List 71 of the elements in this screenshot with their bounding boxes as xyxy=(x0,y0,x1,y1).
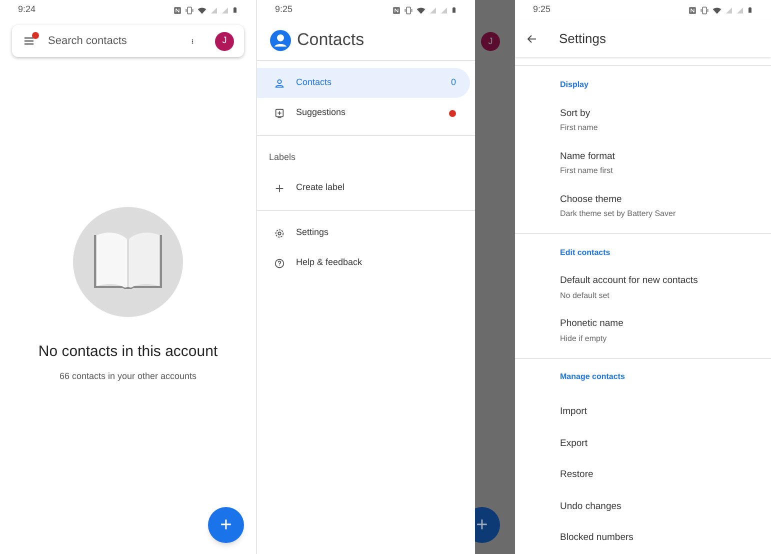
vibrate-icon xyxy=(700,6,709,14)
status-time: 9:25 xyxy=(275,3,293,16)
preference-row[interactable]: Export xyxy=(515,428,771,460)
preference-row[interactable]: Import xyxy=(515,396,771,428)
menu-icon[interactable] xyxy=(22,35,36,47)
preference-title: Default account for new contacts xyxy=(560,274,699,288)
section-label: Labels xyxy=(268,151,297,164)
avatar[interactable]: J xyxy=(215,32,234,50)
drawer-item[interactable]: Suggestions xyxy=(257,98,470,128)
wifi-icon xyxy=(197,6,207,14)
drawer-item[interactable]: Settings xyxy=(257,218,470,248)
drawer-item-label: Suggestions xyxy=(296,106,347,120)
preference-title: Export xyxy=(560,436,588,451)
preference-row[interactable]: Default account for new contacts No default set xyxy=(515,272,771,315)
preference-row[interactable]: Choose theme Dark theme set by Battery Saver xyxy=(515,190,771,233)
preference-summary: First name first xyxy=(560,164,614,177)
wifi-icon xyxy=(416,6,426,14)
add-box-icon xyxy=(274,108,285,118)
gear-icon xyxy=(274,228,285,238)
preference-row[interactable]: Undo changes xyxy=(515,490,771,522)
person-icon xyxy=(270,30,291,50)
preference-row[interactable]: Phonetic name Hide if empty xyxy=(515,314,771,358)
drawer-item-label: Settings xyxy=(296,226,330,240)
drawer-item-label: Create label xyxy=(296,181,346,194)
section-header: Display xyxy=(559,78,590,91)
empty-title: No contacts in this account xyxy=(37,342,219,362)
wifi-icon xyxy=(712,6,722,14)
status-time: 9:25 xyxy=(533,3,551,16)
drawer-item[interactable]: Create label xyxy=(257,173,470,203)
vibrate-icon xyxy=(185,6,194,14)
preference-summary: First name xyxy=(560,122,599,134)
preference-title: Undo changes xyxy=(560,500,622,514)
section-header: Edit contacts xyxy=(559,246,612,259)
item-count: 0 xyxy=(450,76,456,90)
avatar: J xyxy=(481,32,500,51)
preference-title: Name format xyxy=(560,150,616,164)
preference-title: Choose theme xyxy=(560,192,623,207)
drawer-item[interactable]: Help & feedback xyxy=(257,248,470,278)
empty-subtitle: 66 contacts in your other accounts xyxy=(58,370,198,383)
preference-summary: Dark theme set by Battery Saver xyxy=(560,208,677,220)
preference-title: Blocked numbers xyxy=(560,531,634,546)
battery-icon xyxy=(451,5,457,15)
search-bar[interactable]: Search contacts J xyxy=(12,25,244,57)
preference-row[interactable]: Sort by First name xyxy=(515,104,771,147)
back-arrow-icon[interactable] xyxy=(526,32,538,44)
add-contact-button[interactable]: + xyxy=(208,507,244,543)
help-icon xyxy=(274,258,285,268)
preference-title: Restore xyxy=(560,468,594,482)
preference-row[interactable]: Name format First name first xyxy=(515,146,771,190)
section-header: Manage contacts xyxy=(559,371,626,384)
plus-icon xyxy=(274,182,285,194)
preference-summary: Hide if empty xyxy=(560,332,608,345)
status-time: 9:24 xyxy=(18,3,36,16)
preference-title: Import xyxy=(560,404,588,419)
preference-row[interactable]: Restore xyxy=(515,459,771,491)
battery-icon xyxy=(747,5,753,15)
app-title: Contacts xyxy=(297,29,364,52)
nfc-icon xyxy=(173,6,182,14)
nfc-icon xyxy=(392,6,401,14)
battery-icon xyxy=(232,5,238,15)
drawer-item-label: Contacts xyxy=(296,76,333,90)
person-icon xyxy=(274,78,285,88)
preference-title: Phonetic name xyxy=(560,317,624,332)
preference-row[interactable]: Blocked numbers xyxy=(515,522,771,554)
vibrate-icon xyxy=(404,6,413,14)
drawer-item[interactable]: Contacts 0 xyxy=(257,68,470,98)
nfc-icon xyxy=(688,6,697,14)
preference-title: Sort by xyxy=(560,106,592,121)
preference-summary: No default set xyxy=(560,290,610,302)
drawer-item-label: Help & feedback xyxy=(296,256,364,270)
screen-title: Settings xyxy=(559,30,606,48)
